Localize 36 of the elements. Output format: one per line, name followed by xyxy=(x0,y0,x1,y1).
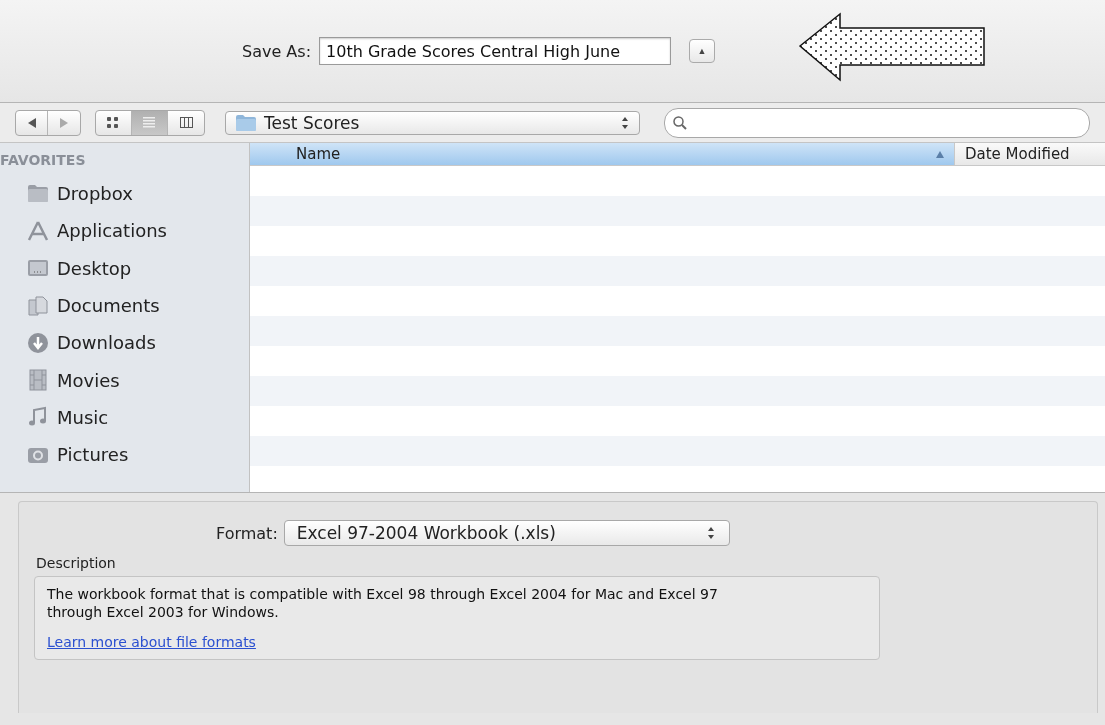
documents-icon xyxy=(27,294,49,317)
location-popup[interactable]: Test Scores xyxy=(225,110,640,135)
icon-view-icon xyxy=(107,117,120,128)
back-arrow-icon xyxy=(27,117,36,128)
sort-arrow-icon xyxy=(936,150,944,158)
film-icon xyxy=(27,369,49,392)
description-label: Description xyxy=(36,555,117,571)
sidebar-item[interactable]: Applications xyxy=(0,212,249,250)
sidebar-item[interactable]: Documents xyxy=(0,286,249,325)
save-as-label: Save As: xyxy=(242,41,311,61)
sidebar-item[interactable]: Dropbox xyxy=(0,175,249,213)
folder-icon xyxy=(27,182,49,205)
format-label: Format: xyxy=(216,523,278,543)
popup-arrows-icon xyxy=(706,526,715,540)
sidebar-item[interactable]: Downloads xyxy=(0,324,249,362)
sidebar-item[interactable]: Pictures xyxy=(0,436,249,474)
format-popup[interactable]: Excel 97-2004 Workbook (.xls) xyxy=(283,520,730,546)
column-header[interactable]: Name xyxy=(250,143,954,165)
column-view-icon xyxy=(179,117,193,128)
favorites-heading: FAVORITES xyxy=(0,151,87,170)
applications-icon xyxy=(27,219,49,242)
expand-button[interactable]: ▲ xyxy=(689,39,715,63)
search-icon xyxy=(673,115,687,130)
popup-arrows-icon xyxy=(621,115,629,130)
column-header[interactable]: Date Modified xyxy=(954,143,1105,165)
list-view-icon xyxy=(143,117,156,128)
search-field[interactable] xyxy=(664,107,1090,138)
sidebar-item[interactable]: Desktop xyxy=(0,249,249,287)
file-name-field[interactable]: 10th Grade Scores Central High June xyxy=(319,37,671,65)
sidebar-item[interactable]: Music xyxy=(0,398,249,437)
download-icon xyxy=(27,331,49,354)
sidebar-item[interactable]: Movies xyxy=(0,361,249,399)
description-text: The workbook format that is compatible with Excel 98 through Excel 2004 for Mac and Excel 97 through Excel 2003 for Windows. xyxy=(47,585,719,621)
folder-icon xyxy=(236,114,256,131)
forward-arrow-icon xyxy=(60,117,68,128)
file-formats-link[interactable]: Learn more about file formats xyxy=(47,633,256,651)
